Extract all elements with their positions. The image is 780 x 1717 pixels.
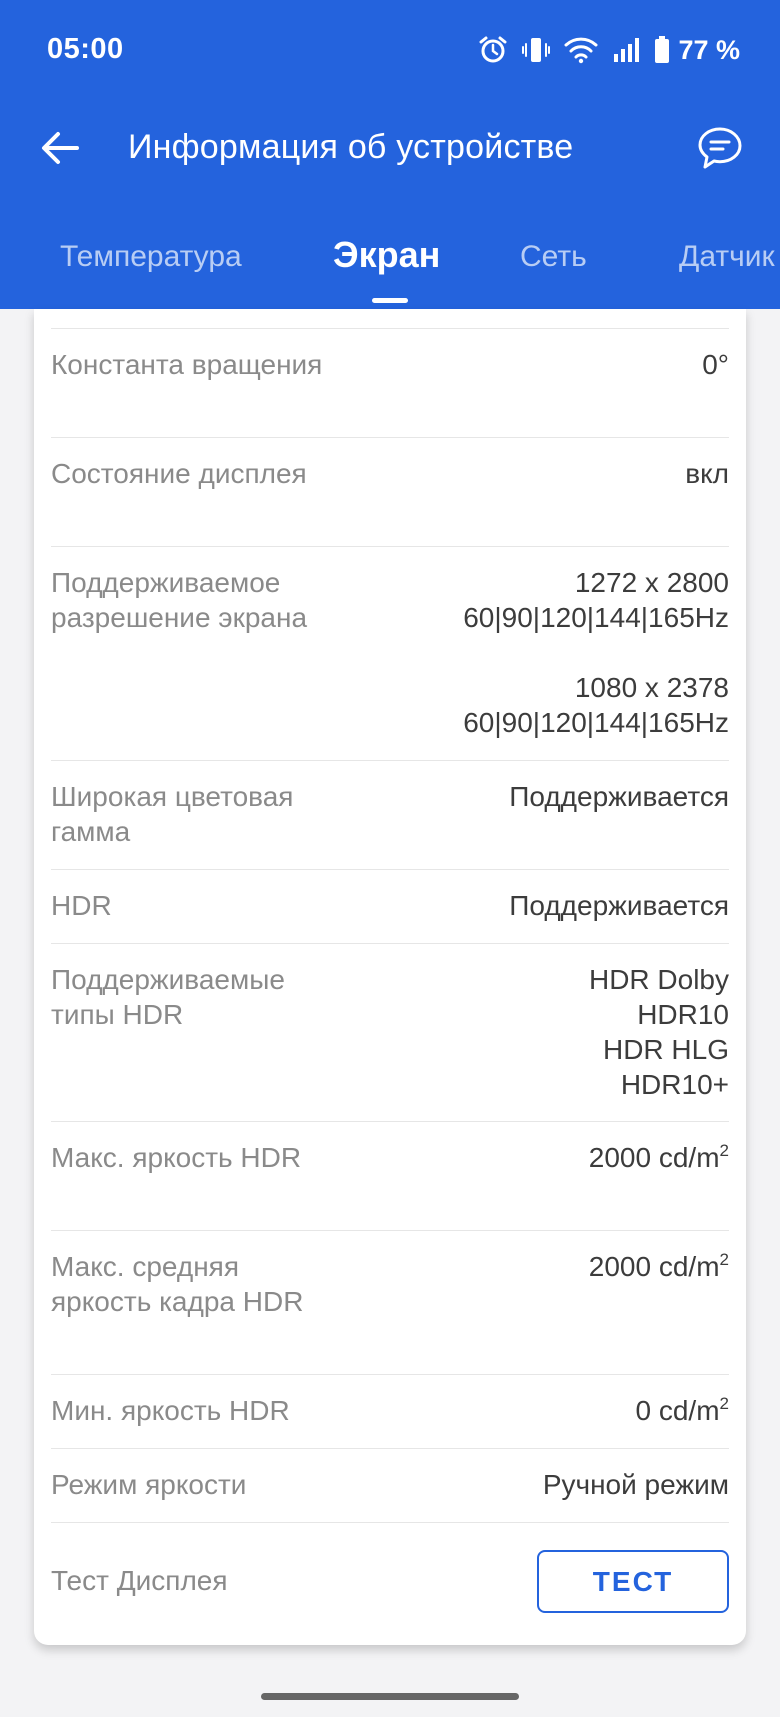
- list-item-display-test: Тест Дисплея ТЕСТ: [51, 1523, 729, 1643]
- row-value: HDR Dolby HDR10 HDR HLG HDR10+: [588, 964, 729, 1100]
- wifi-icon: [564, 36, 598, 64]
- feedback-button[interactable]: [694, 122, 746, 174]
- row-value: 2000 cd/m2: [588, 1141, 729, 1173]
- tab-bar: Температура Экран Сеть Датчик: [0, 230, 780, 309]
- row-label: Константа вращения: [51, 349, 323, 380]
- row-value: вкл: [685, 458, 729, 489]
- row-label: Мин. яркость HDR: [51, 1395, 290, 1426]
- app-bar: Информация об устройстве: [0, 110, 780, 190]
- row-label: Поддерживаемое разрешение экрана: [51, 567, 308, 633]
- row-value: 0°: [702, 349, 729, 380]
- list-item-resolution: Поддерживаемое разрешение экрана 1272 x …: [51, 547, 729, 761]
- row-label: HDR: [51, 890, 112, 921]
- list-item-hdr-types: Поддерживаемые типы HDR HDR Dolby HDR10 …: [51, 944, 729, 1122]
- status-bar: 05:00 77 %: [0, 0, 780, 100]
- row-label: Состояние дисплея: [51, 458, 307, 489]
- row-label: Макс. средняя яркость кадра HDR: [51, 1251, 304, 1317]
- signal-icon: [612, 36, 640, 64]
- list-item-rotation: Константа вращения 0°: [51, 329, 729, 438]
- list-item-max-avg-brightness: Макс. средняя яркость кадра HDR 2000 cd/…: [51, 1231, 729, 1375]
- list-item-max-brightness: Макс. яркость HDR 2000 cd/m2: [51, 1122, 729, 1231]
- list-item-display-state: Состояние дисплея вкл: [51, 438, 729, 547]
- list-item-hdr: HDR Поддерживается: [51, 870, 729, 944]
- tab-temperature[interactable]: Температура: [60, 240, 242, 274]
- row-label: Широкая цветовая гамма: [51, 781, 294, 847]
- tab-network[interactable]: Сеть: [520, 240, 587, 274]
- row-value: Поддерживается: [509, 781, 729, 812]
- row-label: Режим яркости: [51, 1469, 247, 1500]
- list-item-wide-color-gamut: Широкая цветовая гамма Поддерживается: [51, 761, 729, 870]
- page-title: Информация об устройстве: [128, 128, 574, 166]
- home-indicator[interactable]: [261, 1693, 519, 1700]
- back-button[interactable]: [36, 124, 84, 172]
- chat-bubble-icon: [698, 127, 742, 169]
- status-icons: 77 %: [478, 32, 740, 68]
- row-value: Поддерживается: [509, 890, 729, 921]
- test-button[interactable]: ТЕСТ: [537, 1550, 729, 1613]
- arrow-left-icon: [42, 132, 79, 164]
- vibrate-icon: [522, 35, 551, 65]
- active-tab-indicator: [372, 298, 408, 303]
- row-value: 2000 cd/m2: [588, 1250, 729, 1282]
- list-divider: [51, 309, 729, 329]
- status-time: 05:00: [47, 33, 124, 65]
- list-item-min-brightness: Мин. яркость HDR 0 cd/m2: [51, 1375, 729, 1449]
- list-item-brightness-mode: Режим яркости Ручной режим: [51, 1449, 729, 1523]
- battery-level: 77 %: [678, 34, 740, 65]
- tab-sensor[interactable]: Датчик: [679, 240, 775, 274]
- display-info-card: Константа вращения 0° Состояние дисплея …: [34, 309, 746, 1645]
- row-label: Тест Дисплея: [51, 1565, 228, 1596]
- row-value: 1272 x 2800 60|90|120|144|165Hz 1080 x 2…: [463, 567, 729, 738]
- row-label: Макс. яркость HDR: [51, 1142, 302, 1173]
- battery-icon: [654, 36, 670, 64]
- tab-screen[interactable]: Экран: [333, 234, 440, 276]
- row-label: Поддерживаемые типы HDR: [51, 964, 285, 1030]
- app-header: 05:00 77 % Информация об устройстве Темп…: [0, 0, 780, 309]
- alarm-icon: [478, 35, 508, 65]
- row-value: Ручной режим: [542, 1469, 729, 1500]
- row-value: 0 cd/m2: [635, 1394, 730, 1426]
